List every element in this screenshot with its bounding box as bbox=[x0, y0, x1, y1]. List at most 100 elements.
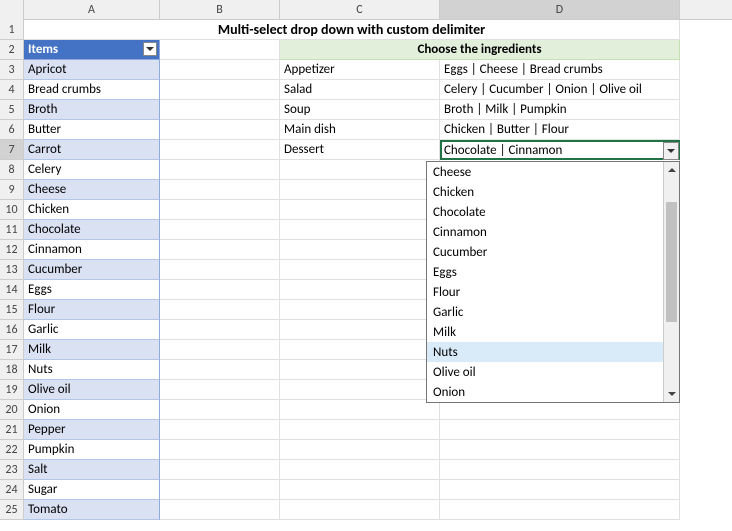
cell[interactable] bbox=[280, 320, 440, 340]
cell[interactable] bbox=[160, 280, 280, 300]
items-cell[interactable]: Cucumber bbox=[24, 260, 160, 280]
cell[interactable] bbox=[160, 380, 280, 400]
row-header-18[interactable]: 18 bbox=[0, 360, 24, 380]
cell[interactable] bbox=[160, 100, 280, 120]
dropdown-scrollbar[interactable] bbox=[663, 162, 679, 402]
items-cell[interactable]: Onion bbox=[24, 400, 160, 420]
items-cell[interactable]: Nuts bbox=[24, 360, 160, 380]
cell[interactable] bbox=[160, 500, 280, 520]
items-cell[interactable]: Bread crumbs bbox=[24, 80, 160, 100]
cell[interactable] bbox=[280, 240, 440, 260]
row-header-5[interactable]: 5 bbox=[0, 100, 24, 120]
dropdown-option[interactable]: Chocolate bbox=[427, 202, 663, 222]
cell[interactable] bbox=[160, 180, 280, 200]
items-cell[interactable]: Flour bbox=[24, 300, 160, 320]
cell[interactable] bbox=[280, 300, 440, 320]
cell[interactable] bbox=[160, 220, 280, 240]
dropdown-option[interactable]: Garlic bbox=[427, 302, 663, 322]
cell[interactable] bbox=[160, 120, 280, 140]
row-header-9[interactable]: 9 bbox=[0, 180, 24, 200]
row-header-12[interactable]: 12 bbox=[0, 240, 24, 260]
dish-ingredients-cell[interactable]: Chicken | Butter | Flour bbox=[440, 120, 680, 140]
items-cell[interactable]: Celery bbox=[24, 160, 160, 180]
dish-name-cell[interactable]: Soup bbox=[280, 100, 440, 120]
items-cell[interactable]: Chocolate bbox=[24, 220, 160, 240]
col-header-B[interactable]: B bbox=[160, 0, 280, 19]
cell[interactable] bbox=[160, 260, 280, 280]
row-header-21[interactable]: 21 bbox=[0, 420, 24, 440]
cell[interactable] bbox=[280, 420, 440, 440]
cell[interactable] bbox=[160, 440, 280, 460]
dish-name-cell[interactable]: Appetizer bbox=[280, 60, 440, 80]
row-header-1[interactable]: 1 bbox=[0, 20, 24, 40]
dropdown-option[interactable]: Cinnamon bbox=[427, 222, 663, 242]
dropdown-option[interactable]: Cucumber bbox=[427, 242, 663, 262]
cell[interactable] bbox=[160, 80, 280, 100]
dropdown-option[interactable]: Eggs bbox=[427, 262, 663, 282]
row-header-2[interactable]: 2 bbox=[0, 40, 24, 60]
row-header-3[interactable]: 3 bbox=[0, 60, 24, 80]
row-header-6[interactable]: 6 bbox=[0, 120, 24, 140]
row-header-10[interactable]: 10 bbox=[0, 200, 24, 220]
dropdown-option[interactable]: Milk bbox=[427, 322, 663, 342]
items-cell[interactable]: Cinnamon bbox=[24, 240, 160, 260]
cell[interactable] bbox=[280, 480, 440, 500]
items-cell[interactable]: Salt bbox=[24, 460, 160, 480]
items-cell[interactable]: Sugar bbox=[24, 480, 160, 500]
scroll-down-button[interactable] bbox=[664, 386, 679, 402]
items-cell[interactable]: Cheese bbox=[24, 180, 160, 200]
items-cell[interactable]: Apricot bbox=[24, 60, 160, 80]
cell[interactable] bbox=[160, 240, 280, 260]
cell[interactable] bbox=[280, 200, 440, 220]
row-header-19[interactable]: 19 bbox=[0, 380, 24, 400]
cell[interactable] bbox=[160, 200, 280, 220]
cell[interactable] bbox=[440, 480, 680, 500]
cell[interactable] bbox=[280, 360, 440, 380]
dish-name-cell[interactable]: Main dish bbox=[280, 120, 440, 140]
cell[interactable] bbox=[160, 480, 280, 500]
cell[interactable] bbox=[160, 320, 280, 340]
row-header-20[interactable]: 20 bbox=[0, 400, 24, 420]
dish-ingredients-cell[interactable]: Celery | Cucumber | Onion | Olive oil bbox=[440, 80, 680, 100]
cell[interactable] bbox=[160, 340, 280, 360]
items-cell[interactable]: Broth bbox=[24, 100, 160, 120]
items-cell[interactable]: Tomato bbox=[24, 500, 160, 520]
items-table-header[interactable]: Items bbox=[24, 40, 160, 60]
items-cell[interactable]: Olive oil bbox=[24, 380, 160, 400]
items-cell[interactable]: Chicken bbox=[24, 200, 160, 220]
cell[interactable] bbox=[160, 60, 280, 80]
cell[interactable] bbox=[280, 280, 440, 300]
row-header-14[interactable]: 14 bbox=[0, 280, 24, 300]
items-cell[interactable]: Pepper bbox=[24, 420, 160, 440]
items-cell[interactable]: Butter bbox=[24, 120, 160, 140]
cell[interactable] bbox=[280, 340, 440, 360]
selected-cell[interactable]: Chocolate | Cinnamon bbox=[440, 140, 680, 160]
row-header-15[interactable]: 15 bbox=[0, 300, 24, 320]
cell[interactable] bbox=[280, 220, 440, 240]
scroll-up-button[interactable] bbox=[664, 162, 679, 178]
cell[interactable] bbox=[280, 380, 440, 400]
row-header-24[interactable]: 24 bbox=[0, 480, 24, 500]
dish-ingredients-cell[interactable]: Broth | Milk | Pumpkin bbox=[440, 100, 680, 120]
cell[interactable] bbox=[440, 500, 680, 520]
row-header-4[interactable]: 4 bbox=[0, 80, 24, 100]
dropdown-option[interactable]: Nuts bbox=[427, 342, 663, 362]
items-cell[interactable]: Milk bbox=[24, 340, 160, 360]
cell[interactable] bbox=[280, 260, 440, 280]
cell[interactable] bbox=[280, 160, 440, 180]
dropdown-option[interactable]: Chicken bbox=[427, 182, 663, 202]
col-header-D[interactable]: D bbox=[440, 0, 680, 19]
cell[interactable] bbox=[440, 460, 680, 480]
row-header-11[interactable]: 11 bbox=[0, 220, 24, 240]
cell[interactable] bbox=[160, 40, 280, 60]
row-header-7[interactable]: 7 bbox=[0, 140, 24, 160]
cell[interactable] bbox=[160, 140, 280, 160]
dropdown-arrow-button[interactable] bbox=[663, 142, 679, 160]
row-header-16[interactable]: 16 bbox=[0, 320, 24, 340]
cell[interactable] bbox=[280, 500, 440, 520]
cell[interactable] bbox=[160, 420, 280, 440]
col-header-A[interactable]: A bbox=[24, 0, 160, 19]
cell[interactable] bbox=[440, 400, 680, 420]
dish-ingredients-cell[interactable]: Eggs | Cheese | Bread crumbs bbox=[440, 60, 680, 80]
cell[interactable] bbox=[440, 440, 680, 460]
